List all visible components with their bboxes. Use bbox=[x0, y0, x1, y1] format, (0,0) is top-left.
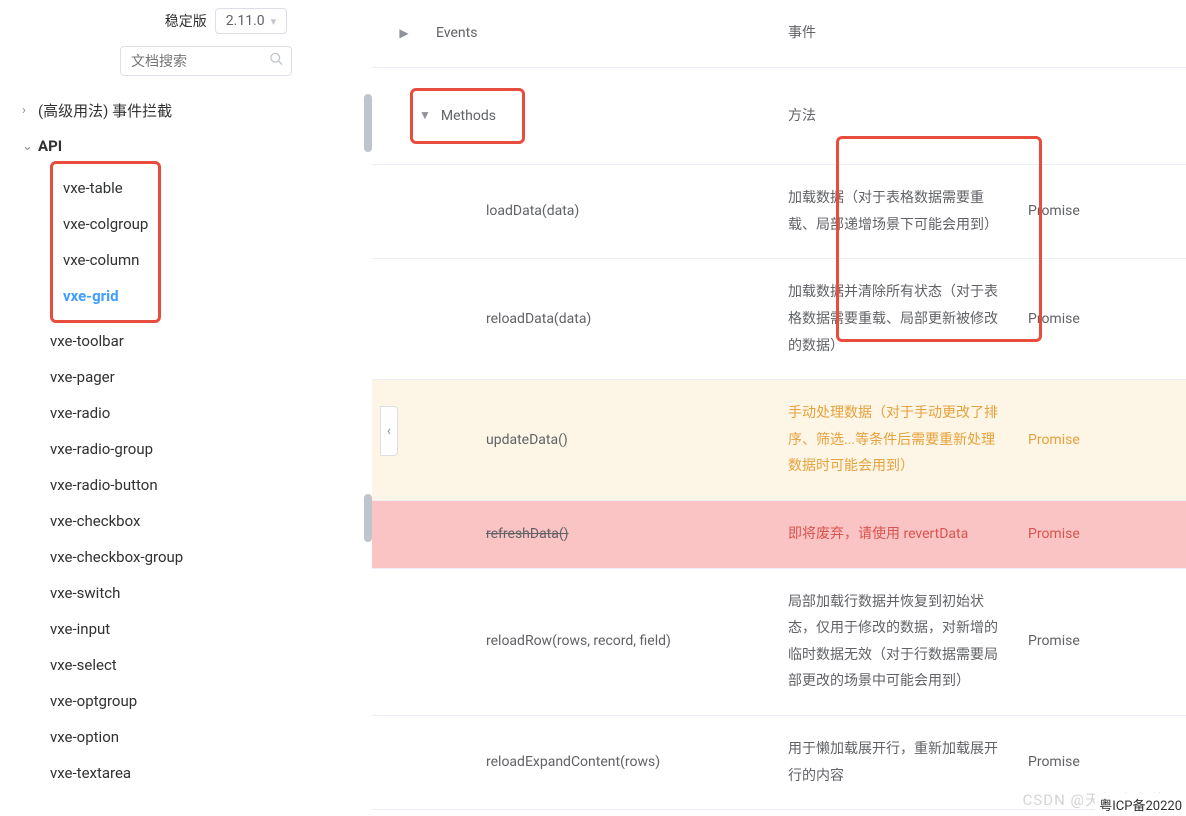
row-name: Events bbox=[436, 0, 776, 67]
table-row-warning[interactable]: updateData() 手动处理数据（对于手动更改了排序、筛选...等条件后需… bbox=[372, 380, 1186, 501]
sidebar-item-active[interactable]: vxe-grid bbox=[63, 278, 148, 314]
sidebar-item[interactable]: vxe-pager bbox=[50, 359, 360, 395]
sidebar-item[interactable]: vxe-select bbox=[50, 647, 360, 683]
table-row[interactable]: reloadData(data) 加载数据并清除所有状态（对于表格数据需要重载、… bbox=[372, 259, 1186, 380]
caret-right-icon[interactable]: ▶ bbox=[399, 26, 408, 40]
method-desc: 加载数据并清除所有状态（对于表格数据需要重载、局部更新被修改的数据） bbox=[776, 259, 1016, 380]
scrollbar-thumb[interactable] bbox=[364, 494, 372, 542]
sidebar: 稳定版 2.11.0 ▾ › (高级用法) 事件拦截 ⌄ API bbox=[0, 0, 372, 816]
caret-down-icon[interactable]: ▼ bbox=[419, 104, 431, 127]
search-icon[interactable] bbox=[269, 52, 284, 71]
table-row-deprecated[interactable]: refreshData() 即将废弃，请使用 revertData Promis… bbox=[372, 500, 1186, 568]
sidebar-item[interactable]: vxe-radio bbox=[50, 395, 360, 431]
tree-item-api[interactable]: ⌄ API bbox=[22, 129, 360, 163]
tree-item-advanced[interactable]: › (高级用法) 事件拦截 bbox=[22, 92, 360, 129]
search-input[interactable] bbox=[120, 46, 292, 76]
method-return: Promise bbox=[1016, 500, 1186, 568]
sidebar-item[interactable]: vxe-colgroup bbox=[63, 206, 148, 242]
row-name: Methods bbox=[441, 103, 496, 130]
methods-highlight-box: ▼ Methods bbox=[410, 88, 525, 145]
method-desc: 用于懒加载展开行，重新加载展开行的内容 bbox=[776, 715, 1016, 809]
sidebar-item[interactable]: vxe-textarea bbox=[50, 755, 360, 791]
chevron-left-icon: ‹ bbox=[387, 423, 391, 439]
table-row-methods[interactable]: ▼ Methods 方法 bbox=[372, 67, 1186, 165]
version-label: 稳定版 bbox=[165, 11, 207, 31]
method-desc: 加载数据（对于表格数据需要重载、局部递增场景下可能会用到） bbox=[776, 165, 1016, 259]
scrollbar-vertical[interactable] bbox=[364, 94, 372, 534]
table-row[interactable]: reloadRow(rows, record, field) 局部加载行数据并恢… bbox=[372, 568, 1186, 715]
method-name: reloadRow(rows, record, field) bbox=[486, 633, 671, 649]
method-name: updateData() bbox=[486, 432, 568, 448]
version-select[interactable]: 2.11.0 ▾ bbox=[215, 8, 287, 34]
sidebar-collapse-handle[interactable]: ‹ bbox=[380, 406, 398, 456]
table-row[interactable]: ▶ Events 事件 bbox=[372, 0, 1186, 67]
method-desc: 手动处理数据（对于手动更改了排序、筛选...等条件后需要重新处理数据时可能会用到… bbox=[776, 380, 1016, 501]
sidebar-item[interactable]: vxe-option bbox=[50, 719, 360, 755]
chevron-down-icon: ▾ bbox=[271, 15, 277, 28]
sidebar-item[interactable]: vxe-checkbox bbox=[50, 503, 360, 539]
scrollbar-thumb[interactable] bbox=[364, 94, 372, 152]
method-return: Promise bbox=[1016, 568, 1186, 715]
tree-label: (高级用法) 事件拦截 bbox=[38, 100, 172, 121]
method-return: Promise bbox=[1016, 165, 1186, 259]
tree-label-api: API bbox=[38, 137, 62, 155]
icp-label: 粤ICP备20220 bbox=[1095, 793, 1186, 816]
api-highlight-box: vxe-table vxe-colgroup vxe-column vxe-gr… bbox=[50, 161, 161, 323]
sidebar-item[interactable]: vxe-toolbar bbox=[50, 323, 360, 359]
sidebar-item[interactable]: vxe-optgroup bbox=[50, 683, 360, 719]
row-desc: 事件 bbox=[776, 0, 1016, 67]
sidebar-item[interactable]: vxe-column bbox=[63, 242, 148, 278]
row-desc: 方法 bbox=[776, 67, 1016, 165]
sidebar-item[interactable]: vxe-input bbox=[50, 611, 360, 647]
sidebar-item[interactable]: vxe-checkbox-group bbox=[50, 539, 360, 575]
table-row[interactable]: loadData(data) 加载数据（对于表格数据需要重载、局部递增场景下可能… bbox=[372, 165, 1186, 259]
method-name: reloadExpandContent(rows) bbox=[486, 754, 660, 770]
method-name: refreshData() bbox=[486, 526, 569, 542]
sidebar-item[interactable]: vxe-radio-group bbox=[50, 431, 360, 467]
chevron-down-icon: ⌄ bbox=[22, 139, 38, 154]
method-name: reloadData(data) bbox=[486, 311, 591, 327]
api-children: vxe-table vxe-colgroup vxe-column vxe-gr… bbox=[22, 163, 360, 791]
table-row[interactable]: reloadExpandContent(rows) 用于懒加载展开行，重新加载展… bbox=[372, 715, 1186, 809]
method-return: Promise bbox=[1016, 259, 1186, 380]
sidebar-item[interactable]: vxe-radio-button bbox=[50, 467, 360, 503]
method-name: loadData(data) bbox=[486, 203, 579, 219]
main-content: ▶ Events 事件 ▼ Methods 方法 bbox=[372, 0, 1186, 816]
sidebar-item[interactable]: vxe-table bbox=[63, 170, 148, 206]
sidebar-item[interactable]: vxe-switch bbox=[50, 575, 360, 611]
method-desc: 即将废弃，请使用 revertData bbox=[776, 500, 1016, 568]
method-desc: 局部加载行数据并恢复到初始状态，仅用于修改的数据，对新增的临时数据无效（对于行数… bbox=[776, 568, 1016, 715]
version-value: 2.11.0 bbox=[226, 13, 265, 29]
api-table: ▶ Events 事件 ▼ Methods 方法 bbox=[372, 0, 1186, 810]
method-return: Promise bbox=[1016, 380, 1186, 501]
chevron-right-icon: › bbox=[22, 103, 38, 118]
